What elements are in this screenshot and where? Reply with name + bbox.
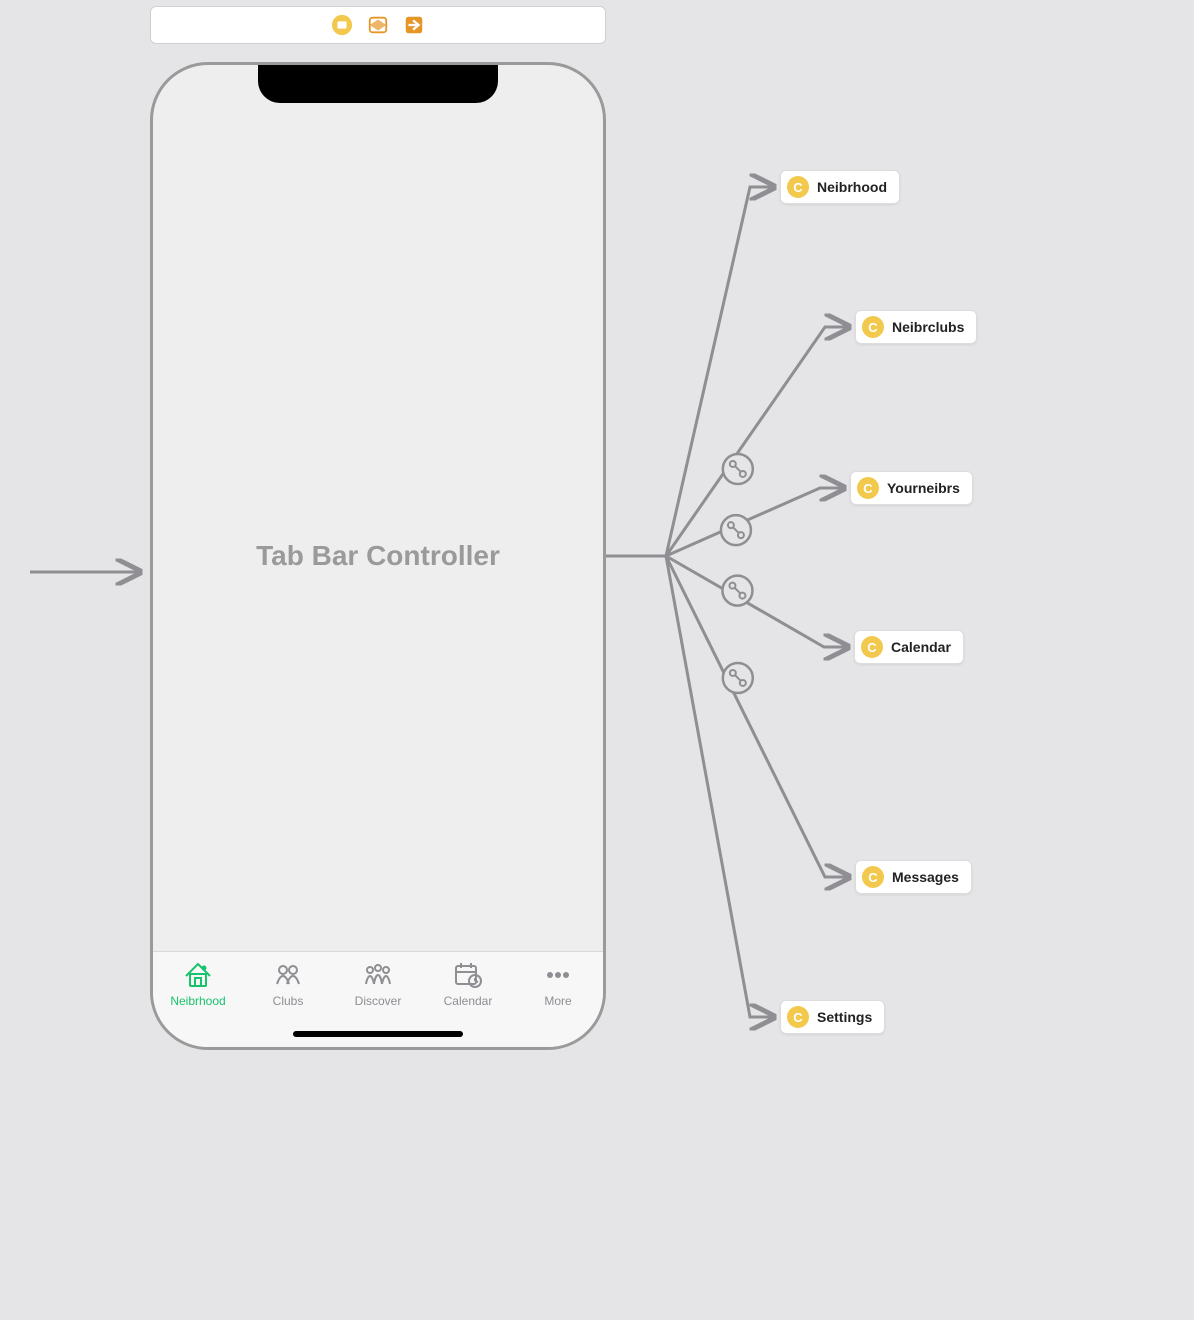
scene-firstresponder-icon[interactable] — [367, 14, 389, 36]
people-icon — [362, 960, 394, 990]
tab-calendar[interactable]: Calendar — [423, 952, 513, 1025]
more-icon — [542, 960, 574, 990]
dest-label: Neibrhood — [817, 179, 887, 195]
controller-icon: C — [787, 1006, 809, 1028]
tab-label: Clubs — [273, 994, 304, 1008]
controller-icon: C — [861, 636, 883, 658]
calendar-icon — [452, 960, 484, 990]
dest-messages[interactable]: C Messages — [855, 860, 972, 894]
dest-calendar[interactable]: C Calendar — [854, 630, 964, 664]
dest-label: Settings — [817, 1009, 872, 1025]
dest-yourneibrs[interactable]: C Yourneibrs — [850, 471, 973, 505]
iphone-frame: Tab Bar Controller Neibrhood — [150, 62, 606, 1050]
iphone-notch — [258, 63, 498, 103]
tab-label: Discover — [355, 994, 402, 1008]
controller-icon: C — [787, 176, 809, 198]
tab-clubs[interactable]: Clubs — [243, 952, 333, 1025]
dest-settings[interactable]: C Settings — [780, 1000, 885, 1034]
tab-label: Neibrhood — [170, 994, 225, 1008]
house-icon — [182, 960, 214, 990]
dest-label: Yourneibrs — [887, 480, 960, 496]
dest-label: Calendar — [891, 639, 951, 655]
scene-exit-icon[interactable] — [403, 14, 425, 36]
controller-icon: C — [862, 866, 884, 888]
screen-title: Tab Bar Controller — [256, 540, 500, 572]
dest-neibrclubs[interactable]: C Neibrclubs — [855, 310, 977, 344]
tab-more[interactable]: More — [513, 952, 603, 1025]
scene-toolbar[interactable] — [150, 6, 606, 44]
tab-label: Calendar — [444, 994, 493, 1008]
home-indicator — [293, 1031, 463, 1037]
tab-neibrhood[interactable]: Neibrhood — [153, 952, 243, 1025]
tab-label: More — [544, 994, 571, 1008]
controller-icon: C — [862, 316, 884, 338]
dest-neibrhood[interactable]: C Neibrhood — [780, 170, 900, 204]
dest-label: Neibrclubs — [892, 319, 964, 335]
tab-discover[interactable]: Discover — [333, 952, 423, 1025]
clubs-icon — [272, 960, 304, 990]
controller-icon: C — [857, 477, 879, 499]
dest-label: Messages — [892, 869, 959, 885]
scene-controller-icon[interactable] — [331, 14, 353, 36]
